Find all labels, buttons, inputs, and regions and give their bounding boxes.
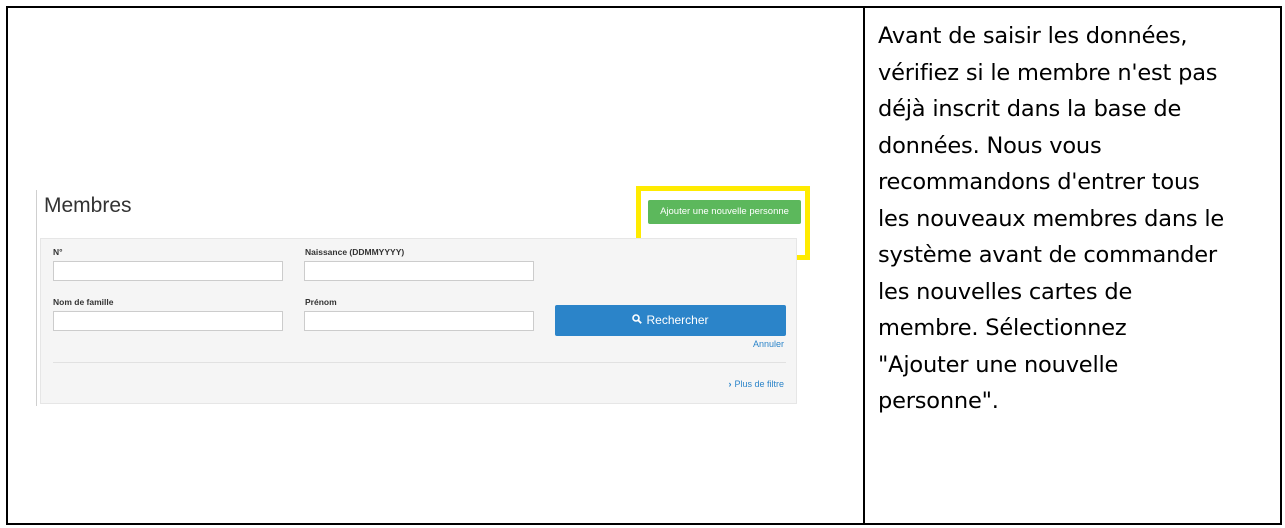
number-input[interactable]	[53, 261, 283, 281]
instructions-text: Avant de saisir les données, vérifiez si…	[878, 23, 1225, 414]
members-screenshot: Membres Ajouter une nouvelle personne N°…	[36, 180, 810, 406]
chevron-right-icon: ›	[728, 379, 732, 389]
firstname-label: Prénom	[305, 297, 337, 307]
more-filter-label: Plus de filtre	[734, 379, 784, 389]
lastname-label: Nom de famille	[53, 297, 114, 307]
search-button-label: Rechercher	[646, 313, 709, 327]
birth-date-label: Naissance (DDMMYYYY)	[305, 247, 405, 257]
search-button[interactable]: Rechercher	[555, 305, 786, 336]
firstname-input[interactable]	[304, 311, 534, 331]
number-label: N°	[53, 247, 63, 257]
cancel-link[interactable]: Annuler	[753, 339, 784, 349]
birth-date-input[interactable]	[304, 261, 534, 281]
table-cell-divider	[863, 8, 865, 523]
lastname-input[interactable]	[53, 311, 283, 331]
more-filter-link[interactable]: › Plus de filtre	[728, 379, 784, 389]
search-filter-panel: N° Naissance (DDMMYYYY) Nom de famille P…	[40, 238, 797, 404]
search-icon	[632, 306, 643, 337]
panel-divider	[53, 362, 786, 363]
screenshot-edge	[36, 190, 37, 406]
page-title: Membres	[44, 194, 132, 217]
document-table: Membres Ajouter une nouvelle personne N°…	[6, 6, 1282, 525]
